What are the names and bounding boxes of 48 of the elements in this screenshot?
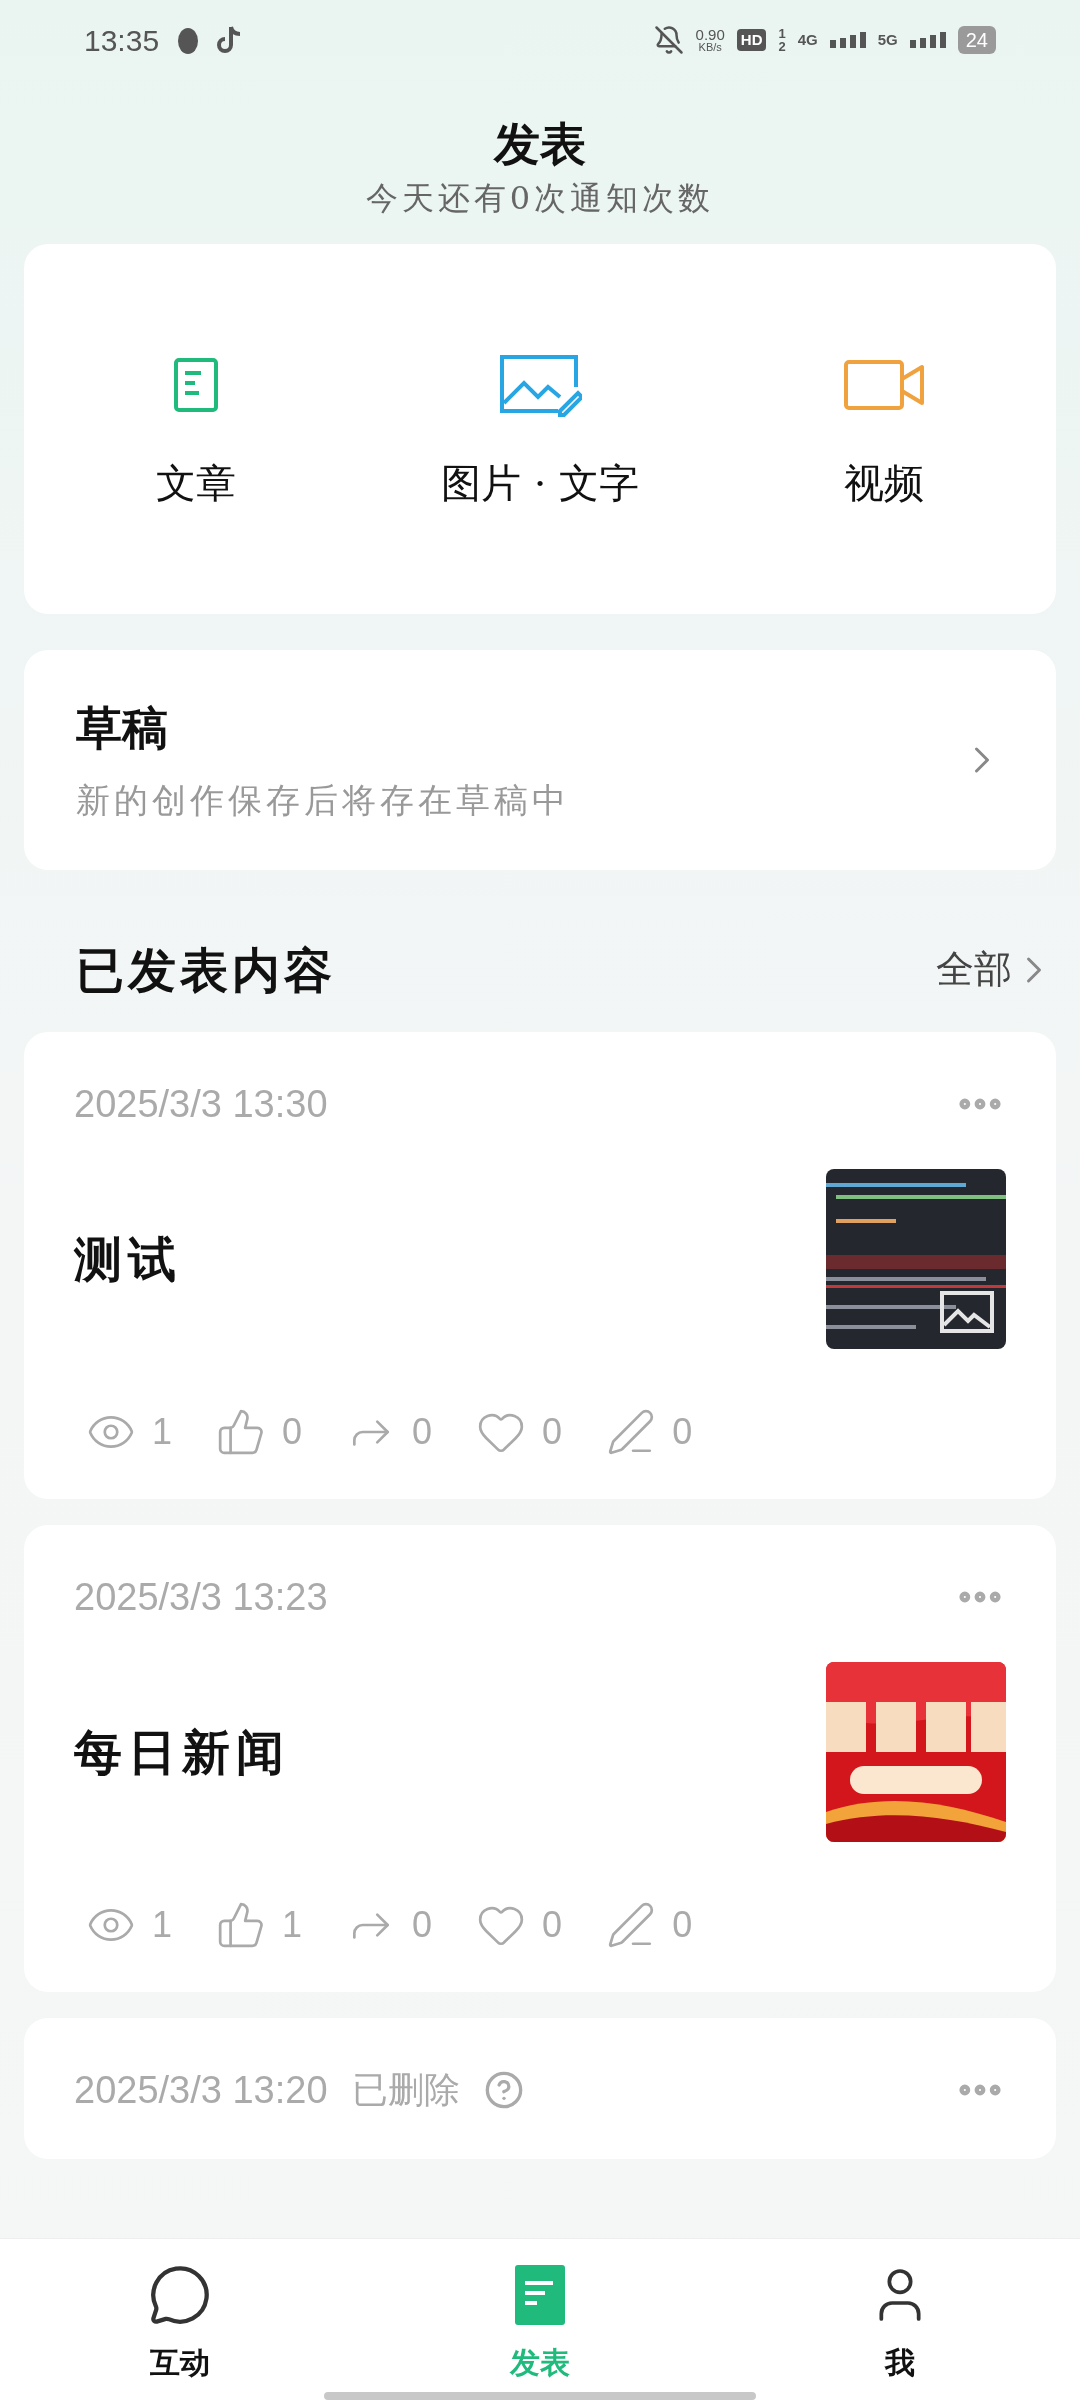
- stat-count: 0: [672, 1902, 693, 1947]
- stat-count: 0: [672, 1409, 693, 1454]
- section-title: 已发表内容: [76, 940, 336, 1000]
- net-speed-unit: KB/s: [698, 42, 722, 53]
- stat-count: 1: [282, 1902, 303, 1947]
- image-edit-icon: [498, 352, 582, 417]
- stat-count: 0: [412, 1902, 433, 1947]
- signal-icon: [909, 32, 946, 48]
- battery-indicator: 24: [957, 26, 996, 54]
- clock: 13:35: [84, 22, 160, 59]
- stat-count: 1: [152, 1409, 173, 1454]
- chat-bubble-icon: [148, 2263, 212, 2327]
- help-icon[interactable]: [483, 2070, 524, 2110]
- post-status: 已删除: [351, 2068, 460, 2112]
- stat-count: 0: [542, 1902, 563, 1947]
- video-camera-icon: [843, 358, 925, 411]
- net-speed: 0.90: [695, 27, 725, 42]
- create-option[interactable]: 文章: [24, 344, 368, 513]
- nav-tab[interactable]: 我: [720, 2239, 1080, 2408]
- nav-tab[interactable]: 互动: [0, 2239, 360, 2408]
- drafts-title: 草稿: [76, 699, 169, 757]
- post-title: 每日新闻: [74, 1722, 290, 1782]
- post-card[interactable]: 2025/3/3 13:30 测试 1 0 0 0 0: [24, 1031, 1056, 1499]
- hd-badge: HD: [736, 28, 767, 52]
- sim-number: 2: [778, 40, 786, 53]
- network-type: 4G: [797, 30, 818, 50]
- stat-count: 0: [412, 1409, 433, 1454]
- stat-count: 0: [282, 1409, 303, 1454]
- document-icon: [173, 356, 219, 413]
- post-date: 2025/3/3 13:23: [74, 1574, 328, 1620]
- page-title: 发表: [494, 116, 586, 173]
- network-type: 5G: [877, 30, 898, 50]
- post-title: 测试: [74, 1229, 182, 1289]
- signal-icon: [829, 32, 866, 48]
- stat-count: 1: [152, 1902, 173, 1947]
- document-icon: [515, 2265, 565, 2325]
- post-card[interactable]: 2025/3/3 13:23 每日新闻 1 1 0 0 0: [24, 1524, 1056, 1992]
- create-option[interactable]: 图片 · 文字: [368, 344, 712, 513]
- stat-count: 0: [542, 1409, 563, 1454]
- bell-off-icon: [653, 25, 684, 55]
- create-option[interactable]: 视频: [712, 344, 1056, 513]
- drafts-hint: 新的创作保存后将存在草稿中: [76, 778, 570, 822]
- sim-number: 1: [778, 27, 786, 40]
- page-subtitle: 今天还有0次通知次数: [365, 177, 715, 219]
- post-date: 2025/3/3 13:30: [74, 1081, 328, 1127]
- post-date: 2025/3/3 13:20: [74, 2067, 328, 2113]
- drafts-card[interactable]: 草稿 新的创作保存后将存在草稿中: [24, 649, 1056, 870]
- view-all-link[interactable]: 全部: [936, 941, 1056, 998]
